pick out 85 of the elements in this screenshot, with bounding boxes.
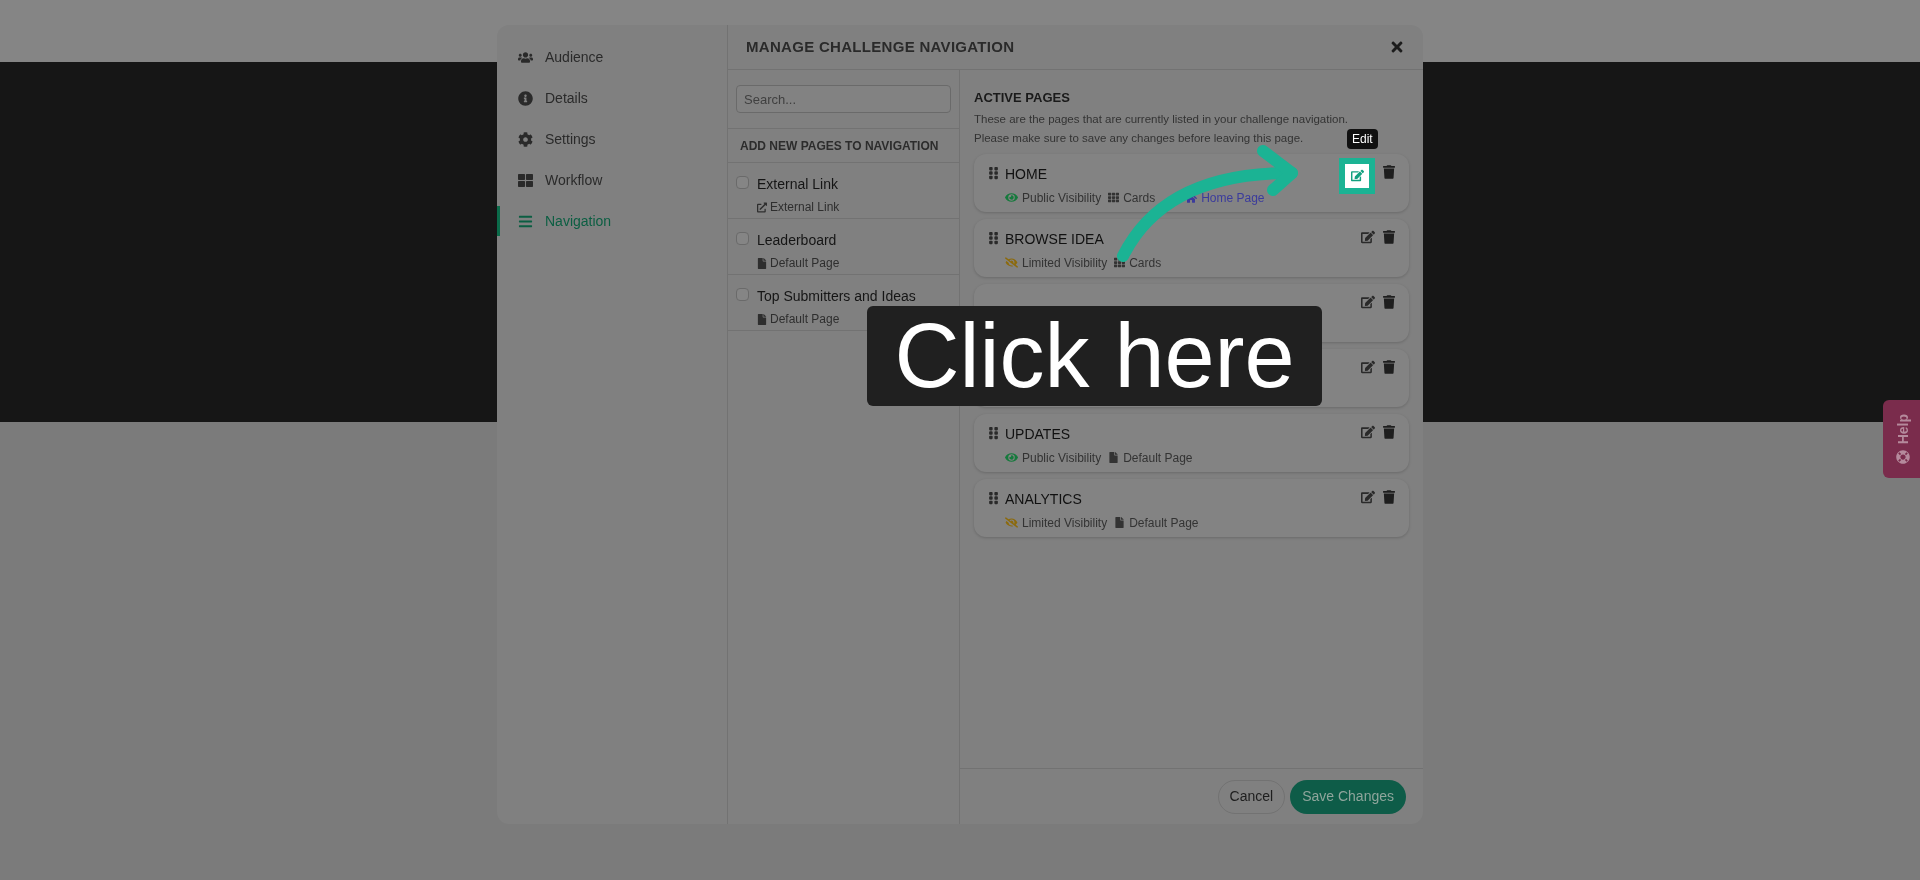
page-type-label: Default Page	[770, 311, 840, 328]
delete-button[interactable]	[1383, 489, 1395, 504]
lifebuoy-icon	[1896, 450, 1910, 465]
help-tab[interactable]: Help	[1883, 400, 1920, 478]
visibility-label: Limited Visibility	[1022, 254, 1108, 272]
eye-icon	[1005, 451, 1018, 464]
file-icon	[757, 257, 767, 269]
external-link-icon	[757, 201, 767, 213]
section-heading: ACTIVE PAGES	[974, 89, 1071, 107]
drag-handle-icon[interactable]	[988, 425, 999, 440]
edit-icon	[1361, 489, 1375, 504]
drag-handle-icon[interactable]	[988, 230, 999, 245]
tooltip: Edit	[1347, 129, 1378, 149]
edit-button[interactable]	[1361, 424, 1375, 439]
edit-button[interactable]	[1361, 489, 1375, 504]
eye-slash-icon	[1005, 516, 1018, 529]
layout-label: Default Page	[1123, 449, 1193, 467]
delete-button[interactable]	[1383, 424, 1395, 439]
trash-icon	[1383, 359, 1395, 374]
edit-icon	[1361, 229, 1375, 244]
edit-icon	[1361, 294, 1375, 309]
sidebar-item[interactable]: Navigation	[497, 206, 727, 236]
trash-icon	[1383, 229, 1395, 244]
visibility-label: Limited Visibility	[1022, 514, 1108, 532]
trash-icon	[1383, 424, 1395, 439]
drag-handle-icon[interactable]	[988, 490, 999, 505]
trash-icon	[1383, 164, 1395, 179]
menu-icon	[518, 213, 533, 229]
edit-button[interactable]	[1361, 359, 1375, 374]
layout-label: Default Page	[1129, 514, 1199, 532]
save-changes-button[interactable]: Save Changes	[1290, 779, 1406, 814]
sidebar-item[interactable]: Settings	[497, 124, 727, 154]
file-icon	[757, 313, 767, 325]
delete-button[interactable]	[1383, 229, 1395, 244]
layout-label: Cards	[1129, 254, 1162, 272]
checkbox[interactable]	[736, 232, 749, 245]
grid-icon	[1108, 192, 1120, 203]
info-icon	[518, 90, 533, 106]
close-icon	[1389, 39, 1405, 55]
edit-icon	[1361, 359, 1375, 374]
delete-button[interactable]	[1383, 294, 1395, 309]
edit-button[interactable]	[1361, 294, 1375, 309]
drag-handle-icon[interactable]	[988, 165, 999, 180]
settings-icon	[518, 131, 533, 147]
grid-icon	[1114, 257, 1126, 268]
visibility-label: Public Visibility	[1022, 189, 1102, 207]
close-button[interactable]	[1389, 39, 1405, 55]
eye-icon	[1005, 191, 1018, 204]
checkbox[interactable]	[736, 176, 749, 189]
description-text: These are the pages that are currently listed in your challenge navigation.	[974, 111, 1348, 127]
edit-icon	[1361, 424, 1375, 439]
page-option-title: Top Submitters and Ideas	[757, 287, 916, 306]
modal-title: MANAGE CHALLENGE NAVIGATION	[746, 36, 1015, 57]
page-title: BROWSE IDEA	[1005, 229, 1105, 249]
blocks-icon	[518, 172, 533, 188]
checkbox[interactable]	[736, 288, 749, 301]
search-field[interactable]: Search...	[736, 85, 951, 113]
sidebar-item[interactable]: Audience	[497, 42, 727, 72]
edit-button[interactable]	[1361, 229, 1375, 244]
users-icon	[518, 49, 533, 65]
page-option-title: Leaderboard	[757, 231, 838, 250]
home-page-label: Home Page	[1201, 189, 1265, 207]
eye-slash-icon	[1005, 256, 1018, 269]
visibility-label: Public Visibility	[1022, 449, 1102, 467]
help-label: Help	[1893, 413, 1912, 445]
page-type-label: Default Page	[770, 255, 840, 272]
sidebar-item[interactable]: Details	[497, 83, 727, 113]
page-type-label: External Link	[770, 199, 840, 216]
sidebar-item[interactable]: Workflow	[497, 165, 727, 195]
section-heading: ADD NEW PAGES TO NAVIGATION	[740, 137, 939, 155]
delete-button[interactable]	[1383, 359, 1395, 374]
trash-icon	[1383, 294, 1395, 309]
trash-icon	[1383, 489, 1395, 504]
edit-icon	[1350, 169, 1364, 182]
page-title: UPDATES	[1005, 424, 1072, 444]
edit-button[interactable]	[1339, 157, 1375, 194]
file-icon	[1108, 452, 1120, 463]
file-icon	[1114, 517, 1126, 528]
layout-label: Cards	[1123, 189, 1156, 207]
page-title: HOME	[1005, 164, 1048, 184]
description-text: Please make sure to save any changes before leaving this page.	[974, 130, 1304, 146]
callout-label: Click here	[867, 306, 1322, 406]
page-title: ANALYTICS	[1005, 489, 1083, 509]
page-option-title: External Link	[757, 175, 839, 194]
delete-button[interactable]	[1383, 164, 1395, 179]
